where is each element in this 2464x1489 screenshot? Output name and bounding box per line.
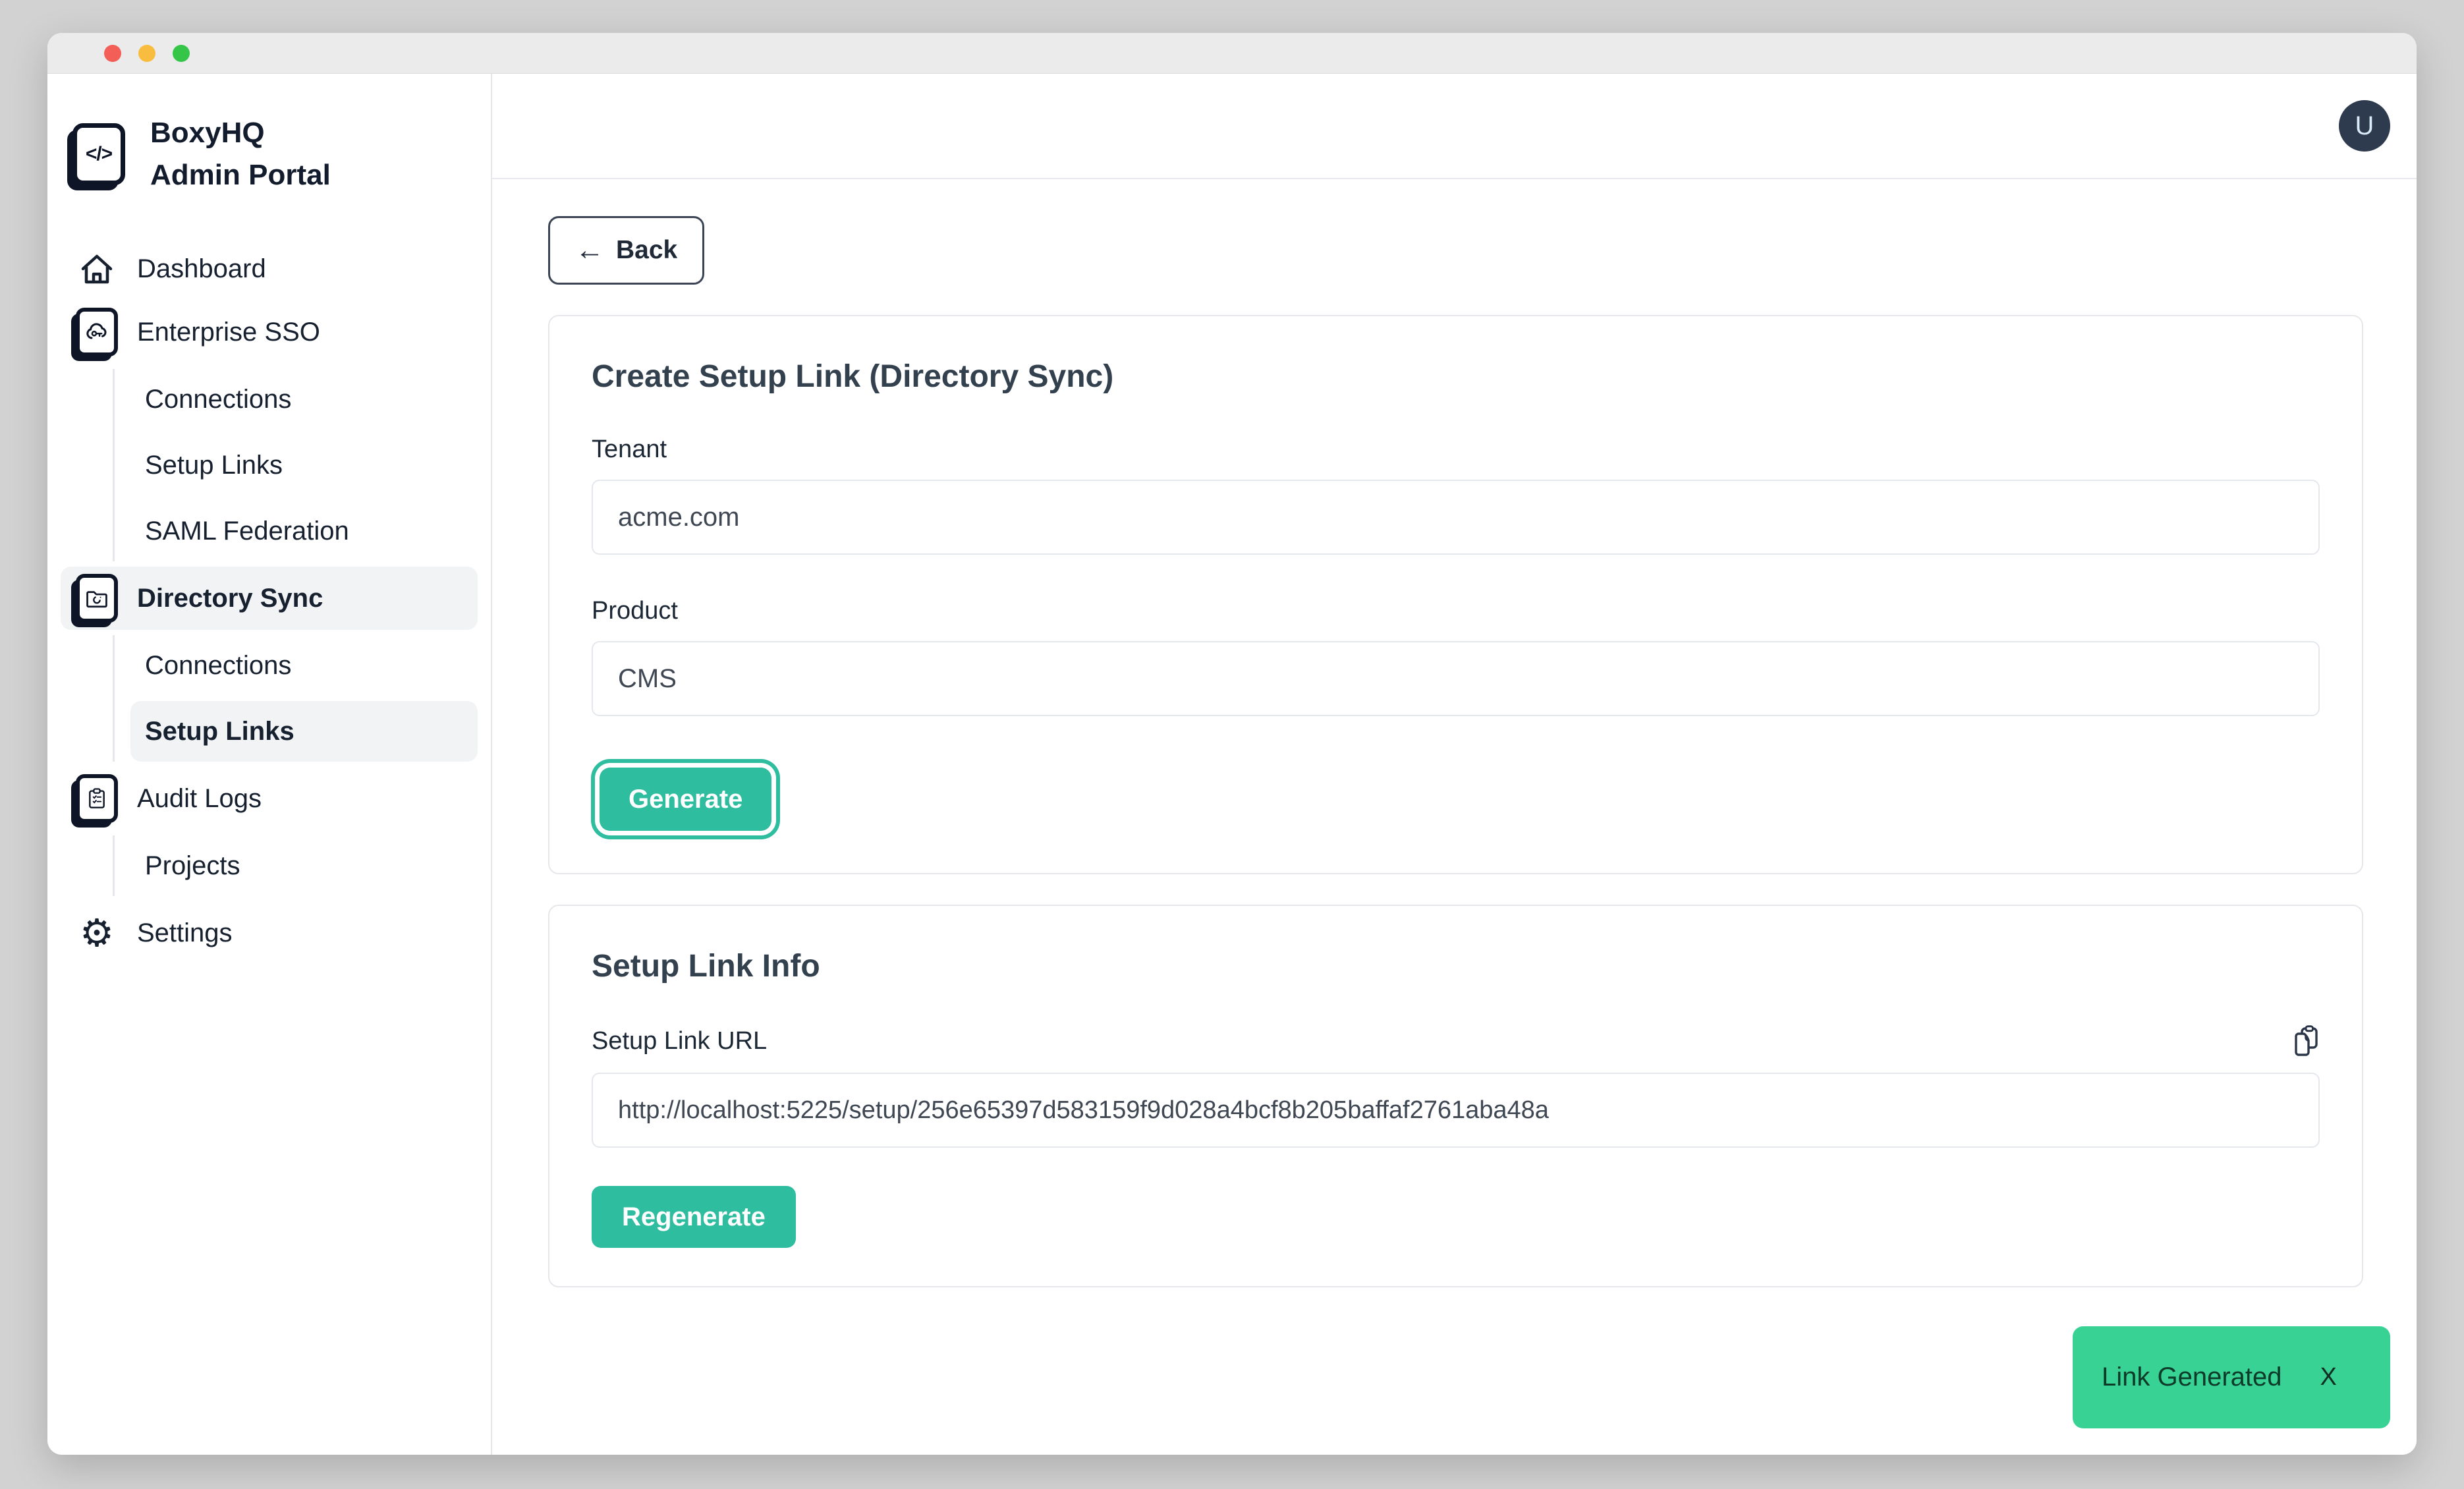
close-window-button[interactable] — [104, 45, 121, 62]
cloud-key-icon — [74, 308, 120, 356]
sidebar-item-directory-sync[interactable]: Directory Sync — [61, 567, 478, 630]
setup-link-info-card: Setup Link Info Setup Link URL — [548, 905, 2363, 1287]
info-card-title: Setup Link Info — [592, 948, 2320, 984]
sidebar-item-dsync-setup-links[interactable]: Setup Links — [130, 701, 478, 762]
toast-close-button[interactable]: X — [2316, 1363, 2341, 1392]
enterprise-sso-subgroup: Connections Setup Links SAML Federation — [113, 369, 478, 561]
gear-icon: ⚙ — [74, 914, 120, 952]
window-titlebar — [47, 33, 2417, 74]
generate-button[interactable]: Generate — [600, 768, 771, 831]
create-setup-link-card: Create Setup Link (Directory Sync) Tenan… — [548, 315, 2363, 874]
sidebar-item-audit-logs[interactable]: Audit Logs — [61, 767, 478, 830]
toast-message: Link Generated — [2102, 1363, 2282, 1392]
back-button[interactable]: ← Back — [548, 216, 704, 285]
sidebar-item-dashboard[interactable]: Dashboard — [61, 237, 478, 300]
product-input[interactable] — [592, 641, 2320, 716]
app-window: </> BoxyHQ Admin Portal Dashboard — [47, 33, 2417, 1455]
sidebar-item-sso-setup-links[interactable]: Setup Links — [130, 435, 478, 495]
sidebar-item-saml-federation[interactable]: SAML Federation — [130, 501, 478, 561]
sidebar-item-projects[interactable]: Projects — [130, 835, 478, 896]
sidebar-item-settings[interactable]: ⚙ Settings — [61, 901, 478, 965]
setup-link-url-input[interactable] — [592, 1073, 2320, 1148]
user-avatar[interactable]: U — [2339, 100, 2390, 152]
maximize-window-button[interactable] — [173, 45, 190, 62]
tenant-label: Tenant — [592, 435, 2320, 464]
arrow-left-icon: ← — [575, 236, 604, 265]
boxyhq-logo-icon: </> — [72, 123, 125, 185]
create-card-title: Create Setup Link (Directory Sync) — [592, 358, 2320, 395]
brand: </> BoxyHQ Admin Portal — [61, 112, 478, 196]
minimize-window-button[interactable] — [138, 45, 155, 62]
tenant-input[interactable] — [592, 480, 2320, 555]
brand-title: BoxyHQ Admin Portal — [150, 112, 361, 196]
setup-link-url-label: Setup Link URL — [592, 1027, 767, 1055]
sidebar-item-dsync-connections[interactable]: Connections — [130, 635, 478, 696]
main-content: ← Back Create Setup Link (Directory Sync… — [492, 179, 2417, 1287]
product-field: Product — [592, 597, 2320, 716]
sidebar-item-sso-connections[interactable]: Connections — [130, 369, 478, 430]
product-label: Product — [592, 597, 2320, 625]
folder-sync-icon — [74, 574, 120, 623]
regenerate-button[interactable]: Regenerate — [592, 1186, 796, 1248]
toast-link-generated: Link Generated X — [2073, 1326, 2390, 1428]
setup-link-url-row: Setup Link URL — [592, 1025, 2320, 1057]
home-icon — [74, 252, 120, 285]
tenant-field: Tenant — [592, 435, 2320, 555]
sidebar: </> BoxyHQ Admin Portal Dashboard — [47, 74, 492, 1455]
clipboard-icon — [74, 774, 120, 823]
main-header: U — [492, 74, 2417, 179]
directory-sync-subgroup: Connections Setup Links — [113, 635, 478, 762]
copy-icon[interactable] — [2292, 1025, 2320, 1057]
main-area: U ← Back Create Setup Link (Directory Sy… — [492, 74, 2417, 1455]
audit-logs-subgroup: Projects — [113, 835, 478, 896]
sidebar-item-enterprise-sso[interactable]: Enterprise SSO — [61, 300, 478, 364]
